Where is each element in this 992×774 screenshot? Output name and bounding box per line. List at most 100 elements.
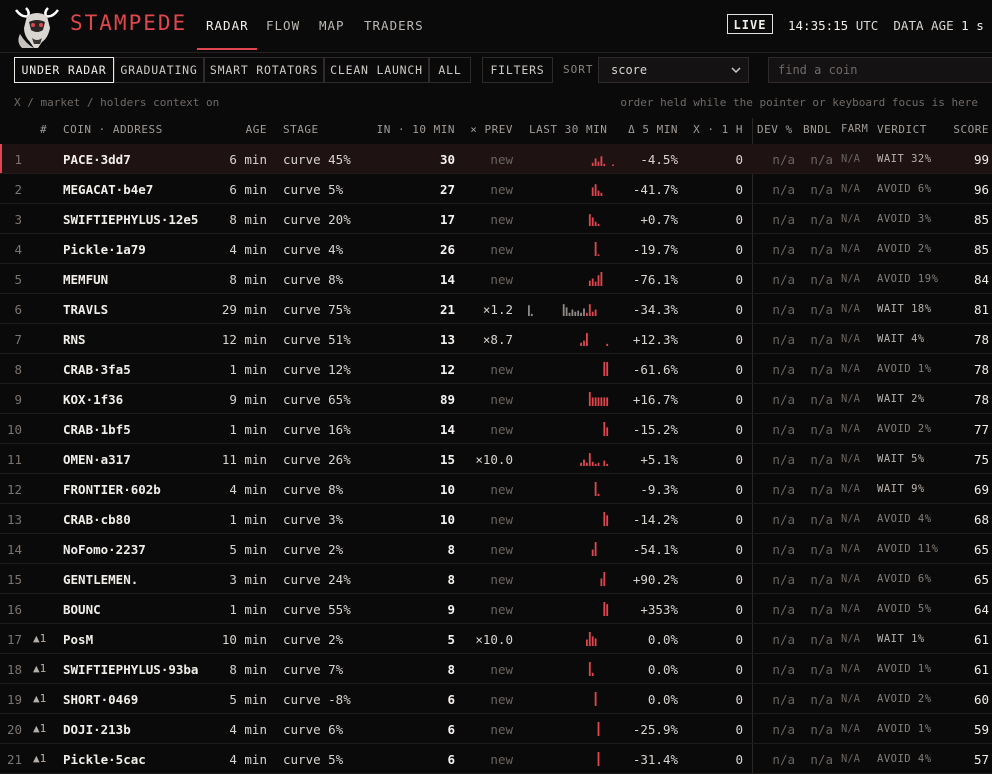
col-verdict[interactable]: VERDICT: [877, 123, 927, 136]
table-row[interactable]: 21 ▲1 Pickle·5cac 4 min curve 5% 6 new -31.4% 0 n…: [0, 744, 992, 774]
dev-percent: n/a: [772, 602, 795, 617]
coin-age: 8 min: [229, 662, 267, 677]
filters-button[interactable]: FILTERS: [482, 57, 553, 83]
verdict: WAIT 4%: [877, 333, 925, 345]
sparkline-bar: [591, 162, 594, 166]
delta-5-min: 0.0%: [647, 692, 678, 707]
table-row[interactable]: 11 OMEN·a317 11 min curve 26% 15 ×10.0 +5.1% 0 n…: [0, 444, 992, 474]
sparkline-bar: [586, 462, 588, 466]
coin-address: NoFomo·2237: [63, 542, 146, 557]
bundle: n/a: [810, 272, 833, 287]
sparkline-bar: [600, 192, 603, 196]
in-10-min: 17: [439, 212, 455, 227]
dev-percent: n/a: [772, 302, 795, 317]
table-row[interactable]: 13 CRAB·cb80 1 min curve 3% 10 new -14.2% 0 n/a n…: [0, 504, 992, 534]
last-30-min-sparkline: [588, 272, 603, 286]
table-row[interactable]: 12 FRONTIER·602b 4 min curve 8% 10 new -9.3% 0 n…: [0, 474, 992, 504]
verdict: WAIT 9%: [877, 483, 925, 495]
last-30-min-sparkline: [603, 422, 609, 436]
delta-5-min: 0.0%: [647, 632, 678, 647]
table-row[interactable]: 20 ▲1 DOJI·213b 4 min curve 6% 6 new -25.9% 0 n/a…: [0, 714, 992, 744]
nav-radar[interactable]: RADAR: [206, 18, 249, 33]
x-prev: new: [490, 182, 513, 197]
sparkline-bar: [594, 463, 597, 466]
dev-percent: n/a: [772, 482, 795, 497]
col-x1h[interactable]: X · 1 H: [693, 123, 743, 136]
filter-under-radar[interactable]: UNDER RADAR: [14, 57, 114, 83]
table-row[interactable]: 4 Pickle·1a79 4 min curve 4% 26 new -19.7% 0 n/a…: [0, 234, 992, 264]
dev-percent: n/a: [772, 362, 795, 377]
coin-age: 6 min: [229, 182, 267, 197]
table-row[interactable]: 7 RNS 12 min curve 51% 13 ×8.7 +12.3% 0 n/a n/a N/…: [0, 324, 992, 354]
table-row[interactable]: 1 PACE·3dd7 6 min curve 45% 30 new -4.5% 0 n/a n/…: [0, 144, 992, 174]
table-row[interactable]: 18 ▲1 SWIFTIEPHYLUS·93ba 8 min curve 7% 8 new 0…: [0, 654, 992, 684]
sparkline-bar: [606, 427, 609, 436]
coin-stage: curve 2%: [283, 542, 344, 557]
table-row[interactable]: 14 NoFomo·2237 5 min curve 2% 8 new -54.1% 0 n/a…: [0, 534, 992, 564]
coin-age: 9 min: [229, 392, 267, 407]
table-row[interactable]: 2 MEGACAT·b4e7 6 min curve 5% 27 new -41.7% 0 n/…: [0, 174, 992, 204]
sparkline-bar: [606, 343, 609, 346]
nav-map[interactable]: MAP: [319, 18, 345, 33]
sparkline-bar: [580, 342, 582, 346]
nav-traders[interactable]: TRADERS: [364, 18, 424, 33]
table-row[interactable]: 17 ▲1 PosM 10 min curve 2% 5 ×10.0 0.0% 0 n/a n/a N…: [0, 624, 992, 654]
coin-stage: curve 65%: [283, 392, 351, 407]
in-10-min: 15: [439, 452, 455, 467]
filter-all[interactable]: ALL: [429, 57, 471, 83]
col-stage[interactable]: STAGE: [283, 123, 319, 136]
row-num: 4: [14, 242, 22, 257]
col-num[interactable]: #: [40, 123, 47, 136]
col-bndl[interactable]: BNDL: [803, 123, 832, 136]
table-row[interactable]: 15 GENTLEMEN. 3 min curve 24% 8 new +90.2% 0 n/a…: [0, 564, 992, 594]
table-row[interactable]: 9 KOX·1f36 9 min curve 65% 89 new +16.7% 0 n/a n/…: [0, 384, 992, 414]
x-prev: new: [490, 272, 513, 287]
col-prev[interactable]: × PREV: [460, 123, 513, 136]
table-row[interactable]: 3 SWIFTIEPHYLUS·12e5 8 min curve 20% 17 new +0…: [0, 204, 992, 234]
sparkline-bar: [583, 340, 585, 346]
filter-smart-rotators[interactable]: SMART ROTATORS: [204, 57, 324, 83]
coin-address: KOX·1f36: [63, 392, 124, 407]
table-row[interactable]: 6 TRAVLS 29 min curve 75% 21 ×1.2 -34.3% 0 n/a n/…: [0, 294, 992, 324]
table-row[interactable]: 8 CRAB·3fa5 1 min curve 12% 12 new -61.6% 0 n/a n…: [0, 354, 992, 384]
last-30-min-sparkline: [594, 692, 597, 706]
table-row[interactable]: 5 MEMFUN 8 min curve 8% 14 new -76.1% 0 n/a n/a N/…: [0, 264, 992, 294]
order-hold-hint: order held while the pointer or keyboard…: [620, 96, 978, 109]
bundle: n/a: [810, 362, 833, 377]
filter-graduating[interactable]: GRADUATING: [114, 57, 204, 83]
sort-select[interactable]: score: [598, 57, 749, 83]
chevron-down-icon: [731, 67, 741, 74]
sparkline-bar: [588, 453, 591, 466]
coin-stage: curve 16%: [283, 422, 351, 437]
col-farm[interactable]: FARM: [841, 123, 868, 135]
coin-age: 4 min: [229, 752, 267, 767]
dev-percent: n/a: [772, 242, 795, 257]
col-in10[interactable]: IN · 10 MIN: [360, 123, 455, 136]
x-1h: 0: [735, 272, 743, 287]
dev-percent: n/a: [772, 542, 795, 557]
col-score[interactable]: SCORE: [935, 123, 989, 136]
bundle: n/a: [810, 572, 833, 587]
table-row[interactable]: 16 BOUNC 1 min curve 55% 9 new +353% 0 n/a n/a N/A…: [0, 594, 992, 624]
last-30-min-sparkline: [588, 392, 609, 406]
coin-address: Pickle·5cac: [63, 752, 146, 767]
row-num: 11: [6, 452, 22, 467]
search-input[interactable]: find a coin: [768, 57, 992, 83]
col-d5[interactable]: Δ 5 MIN: [620, 123, 678, 136]
sparkline-bar: [594, 221, 597, 226]
x-prev: new: [490, 392, 513, 407]
sparkline-bar: [600, 397, 603, 406]
x-1h: 0: [735, 692, 743, 707]
col-age[interactable]: AGE: [200, 123, 267, 136]
nav-flow[interactable]: FLOW: [266, 18, 300, 33]
x-prev: new: [490, 482, 513, 497]
filter-clean-launch[interactable]: CLEAN LAUNCH: [324, 57, 429, 83]
dev-percent: n/a: [772, 152, 795, 167]
in-10-min: 6: [447, 722, 455, 737]
col-last30[interactable]: LAST 30 MIN: [529, 123, 607, 136]
col-dev[interactable]: DEV %: [757, 123, 793, 136]
coin-age: 5 min: [229, 692, 267, 707]
table-row[interactable]: 19 ▲1 SHORT·0469 5 min curve -8% 6 new 0.0% 0 n/a…: [0, 684, 992, 714]
col-coin[interactable]: COIN · ADDRESS: [63, 123, 163, 136]
table-row[interactable]: 10 CRAB·1bf5 1 min curve 16% 14 new -15.2% 0 n/a…: [0, 414, 992, 444]
